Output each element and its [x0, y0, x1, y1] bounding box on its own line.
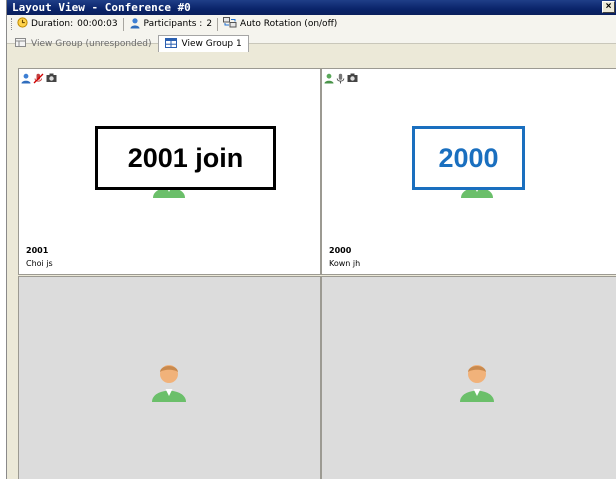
layout-view-window: Layout View - Conference #0 × Duration: …: [6, 0, 616, 479]
participant-icon: [129, 17, 141, 32]
rotation-icon: [223, 17, 237, 31]
participants-label: Participants :: [143, 19, 203, 29]
close-icon: ×: [605, 1, 612, 12]
video-pane-2001[interactable]: 2001 join 2001 Choi js: [18, 68, 321, 275]
tab-view-group-unresponded[interactable]: View Group (unresponded): [9, 35, 158, 52]
view-group-icon: [164, 37, 177, 51]
participant-name: Kown jh: [329, 259, 361, 268]
tab-bar: View Group (unresponded) View Group 1: [7, 33, 616, 52]
avatar-icon: [458, 362, 496, 407]
avatar-icon: [150, 362, 188, 407]
callout-text: 2001 join: [127, 143, 244, 173]
participants-value: 2: [206, 19, 213, 29]
video-pane-empty[interactable]: [321, 276, 616, 479]
participant-id: 2001: [26, 246, 49, 255]
auto-rotation-button[interactable]: Auto Rotation (on/off): [223, 17, 337, 31]
tab-label: View Group 1: [181, 39, 242, 49]
user-status-icon: [324, 71, 334, 89]
user-status-icon: [21, 71, 31, 89]
title-bar: Layout View - Conference #0 ×: [7, 0, 616, 15]
clock-icon: [17, 17, 28, 31]
video-pane-2000[interactable]: 2000 2000 Kown jh: [321, 68, 616, 275]
tab-view-group-1[interactable]: View Group 1: [157, 35, 249, 52]
pane-status-icons: [21, 71, 57, 89]
participant-id: 2000: [329, 246, 352, 255]
pane-status-icons: [324, 71, 358, 89]
toolbar-separator: [122, 17, 124, 31]
view-group-icon: [15, 37, 26, 50]
mic-icon: [336, 71, 345, 89]
callout-text: 2000: [438, 143, 499, 173]
auto-rotation-label: Auto Rotation (on/off): [240, 19, 338, 29]
toolbar: Duration: 00:00:03 Participants : 2 Auto…: [7, 15, 616, 52]
participant-name: Choi js: [26, 259, 53, 268]
toolbar-row: Duration: 00:00:03 Participants : 2 Auto…: [7, 15, 616, 33]
camera-icon: [347, 71, 358, 89]
close-button[interactable]: ×: [602, 1, 615, 13]
camera-icon: [46, 71, 57, 89]
duration-label: Duration:: [31, 19, 74, 29]
toolbar-grip[interactable]: [11, 18, 14, 30]
video-pane-empty[interactable]: [18, 276, 321, 479]
join-callout: 2001 join: [95, 126, 276, 190]
toolbar-separator: [217, 17, 219, 31]
window-title: Layout View - Conference #0: [12, 1, 191, 14]
duration-value: 00:00:03: [77, 19, 118, 29]
mic-muted-icon: [33, 71, 44, 89]
tab-label: View Group (unresponded): [31, 38, 152, 49]
id-callout: 2000: [412, 126, 525, 190]
